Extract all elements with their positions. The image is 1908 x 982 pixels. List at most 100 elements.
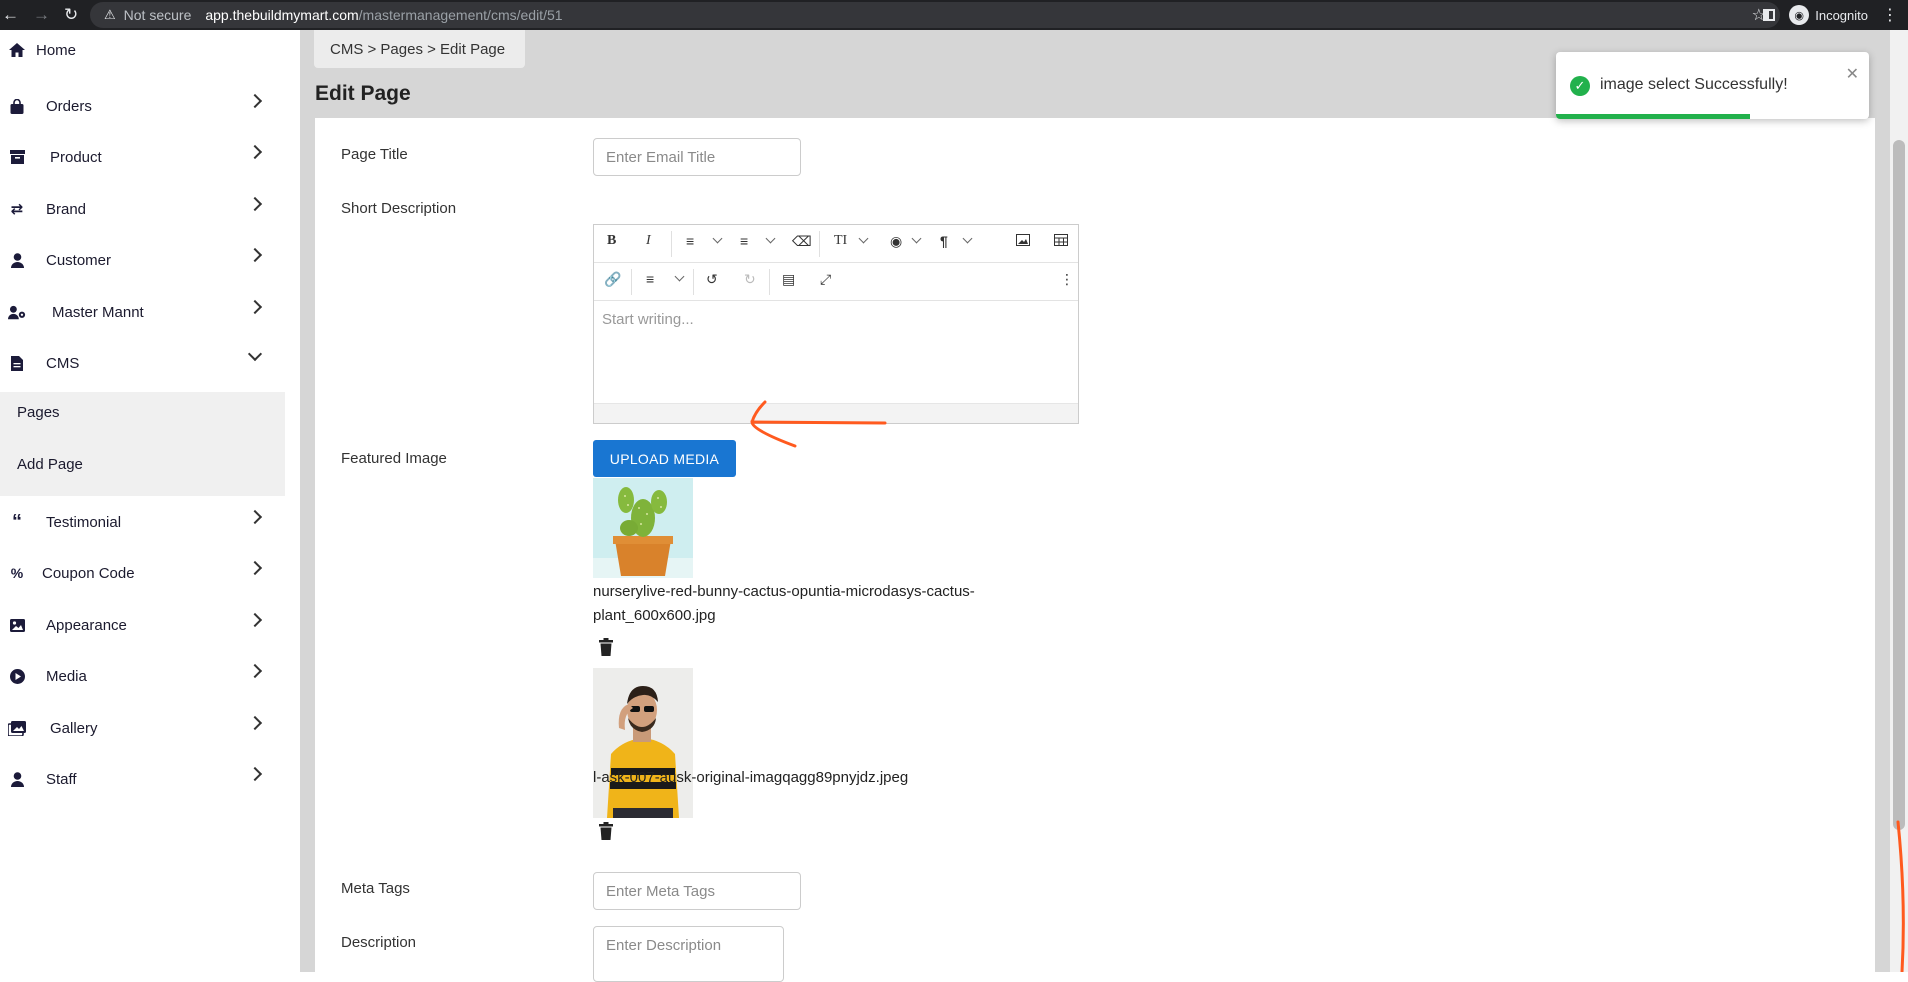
page-title-label: Page Title bbox=[341, 146, 408, 163]
sidebar-item-orders[interactable]: Orders bbox=[0, 86, 285, 126]
play-icon bbox=[8, 668, 26, 684]
chevron-right-icon bbox=[247, 247, 263, 263]
sidebar-item-label: Orders bbox=[46, 97, 92, 115]
sidebar-item-appearance[interactable]: Appearance bbox=[0, 605, 285, 645]
toast-message: image select Successfully! bbox=[1600, 76, 1788, 93]
sidebar-item-coupon-code[interactable]: % Coupon Code bbox=[0, 553, 285, 593]
page-title-input[interactable]: Enter Email Title bbox=[593, 138, 801, 176]
sidebar-item-label: Coupon Code bbox=[42, 564, 135, 582]
chevron-right-icon bbox=[247, 612, 263, 628]
scrollbar-thumb[interactable] bbox=[1893, 140, 1905, 830]
chevron-right-icon bbox=[247, 144, 263, 160]
sidebar-item-testimonial[interactable]: “ Testimonial bbox=[0, 502, 285, 542]
insert-image-icon[interactable] bbox=[1016, 233, 1030, 249]
user-gear-icon bbox=[8, 304, 26, 320]
sidebar-item-master-mannt[interactable]: Master Mannt bbox=[0, 292, 285, 332]
sidebar-item-label: Customer bbox=[46, 251, 112, 269]
sidebar-item-gallery[interactable]: Gallery bbox=[0, 708, 285, 748]
sidebar-item-label: Product bbox=[50, 148, 102, 166]
user-icon bbox=[8, 252, 26, 268]
italic-icon[interactable]: I bbox=[646, 233, 651, 249]
incognito-icon: ◉ bbox=[1789, 5, 1810, 25]
trash-icon[interactable] bbox=[599, 822, 613, 840]
sidebar-item-cms[interactable]: CMS bbox=[0, 343, 285, 383]
description-label: Description bbox=[341, 934, 417, 951]
sidebar: Pages Add Page Home Orders Product ⇄ Bra… bbox=[0, 30, 285, 972]
chevron-right-icon bbox=[247, 299, 263, 315]
meta-tags-label: Meta Tags bbox=[341, 880, 410, 897]
more-options-icon[interactable]: ⋮ bbox=[1060, 271, 1074, 288]
main-content: CMS > Pages > Edit Page Edit Page Page T… bbox=[300, 30, 1890, 982]
chevron-down-icon[interactable] bbox=[674, 271, 685, 282]
editor-content-area[interactable]: Start writing... bbox=[602, 311, 694, 328]
redo-icon[interactable]: ↻ bbox=[744, 271, 756, 288]
chevron-right-icon bbox=[247, 196, 263, 212]
sidebar-item-product[interactable]: Product bbox=[0, 137, 285, 177]
sidebar-item-brand[interactable]: ⇄ Brand bbox=[0, 189, 285, 229]
breadcrumb: CMS > Pages > Edit Page bbox=[314, 30, 525, 68]
home-icon bbox=[8, 42, 26, 58]
sidebar-item-label: Media bbox=[46, 667, 87, 685]
undo-icon[interactable]: ↺ bbox=[706, 271, 718, 288]
paragraph-icon[interactable]: ¶ bbox=[940, 233, 948, 249]
incognito-badge[interactable]: ◉ Incognito bbox=[1789, 5, 1868, 25]
menu-kebab-icon[interactable]: ⋮ bbox=[1882, 5, 1898, 25]
meta-tags-input[interactable]: Enter Meta Tags bbox=[593, 872, 801, 910]
eraser-icon[interactable]: ⌫ bbox=[792, 233, 812, 250]
featured-image-label: Featured Image bbox=[341, 450, 447, 467]
side-panel-icon[interactable] bbox=[1763, 9, 1776, 21]
forward-icon[interactable]: → bbox=[33, 5, 50, 25]
trash-icon[interactable] bbox=[599, 638, 613, 656]
insert-table-icon[interactable] bbox=[1054, 233, 1068, 249]
link-icon[interactable]: 🔗 bbox=[604, 271, 621, 288]
featured-image-thumbnail bbox=[593, 668, 693, 818]
address-bar[interactable]: ⚠ Not secure app.thebuildmymart.com/mast… bbox=[90, 2, 1780, 28]
editor-toolbar-row-2: 🔗 ≡ ↺ ↻ ▤ ⤢ ⋮ bbox=[594, 263, 1078, 301]
chevron-down-icon[interactable] bbox=[962, 233, 973, 244]
chevron-right-icon bbox=[247, 93, 263, 109]
sidebar-item-home[interactable]: Home bbox=[0, 30, 285, 70]
sidebar-item-label: Brand bbox=[46, 200, 87, 218]
sidebar-item-media[interactable]: Media bbox=[0, 656, 285, 696]
featured-image-thumbnail bbox=[593, 478, 693, 578]
upload-media-button[interactable]: UPLOAD MEDIA bbox=[593, 440, 736, 477]
chevron-down-icon[interactable] bbox=[858, 233, 869, 244]
url-host: app.thebuildmymart.com bbox=[205, 7, 359, 23]
numbered-list-icon[interactable]: ≡ bbox=[740, 233, 748, 249]
sidebar-item-label: Appearance bbox=[46, 616, 127, 634]
chevron-down-icon[interactable] bbox=[712, 233, 723, 244]
chevron-right-icon bbox=[247, 663, 263, 679]
description-textarea[interactable]: Enter Description bbox=[593, 926, 784, 982]
submenu-item-pages[interactable]: Pages bbox=[17, 404, 60, 421]
bullet-list-icon[interactable]: ≡ bbox=[686, 233, 694, 249]
format-painter-icon[interactable]: ▤ bbox=[782, 271, 795, 288]
chevron-down-icon[interactable] bbox=[765, 233, 776, 244]
close-icon[interactable]: ✕ bbox=[1846, 64, 1859, 84]
rich-text-editor: B I ≡ ≡ ⌫ TI ◉ ¶ 🔗 ≡ ↺ ↻ ▤ ⤢ ⋮ Start wri… bbox=[593, 224, 1079, 424]
sidebar-item-label: CMS bbox=[46, 354, 80, 372]
chevron-down-icon[interactable] bbox=[911, 233, 922, 244]
editor-toolbar-row-1: B I ≡ ≡ ⌫ TI ◉ ¶ bbox=[594, 225, 1078, 263]
reload-icon[interactable]: ↻ bbox=[64, 5, 78, 25]
back-icon[interactable]: ← bbox=[2, 5, 19, 25]
sidebar-item-customer[interactable]: Customer bbox=[0, 240, 285, 280]
chevron-right-icon bbox=[247, 560, 263, 576]
percent-icon: % bbox=[10, 565, 24, 581]
warning-icon: ⚠ bbox=[104, 7, 116, 22]
chevron-right-icon bbox=[247, 715, 263, 731]
color-drop-icon[interactable]: ◉ bbox=[890, 233, 902, 250]
fullscreen-icon[interactable]: ⤢ bbox=[820, 271, 831, 288]
chevron-right-icon bbox=[247, 766, 263, 782]
edit-page-form: Page Title Enter Email Title Short Descr… bbox=[315, 118, 1875, 982]
sidebar-item-label: Gallery bbox=[50, 719, 98, 737]
user-icon bbox=[8, 771, 26, 787]
submenu-item-add-page[interactable]: Add Page bbox=[17, 456, 83, 473]
bold-icon[interactable]: B bbox=[607, 233, 616, 249]
font-size-icon[interactable]: TI bbox=[834, 233, 847, 249]
toast-progress-bar bbox=[1556, 114, 1751, 119]
quote-icon: “ bbox=[12, 511, 22, 533]
align-icon[interactable]: ≡ bbox=[646, 271, 654, 287]
security-label: Not secure bbox=[123, 7, 192, 23]
sidebar-item-staff[interactable]: Staff bbox=[0, 759, 285, 799]
shuffle-icon: ⇄ bbox=[10, 201, 24, 218]
